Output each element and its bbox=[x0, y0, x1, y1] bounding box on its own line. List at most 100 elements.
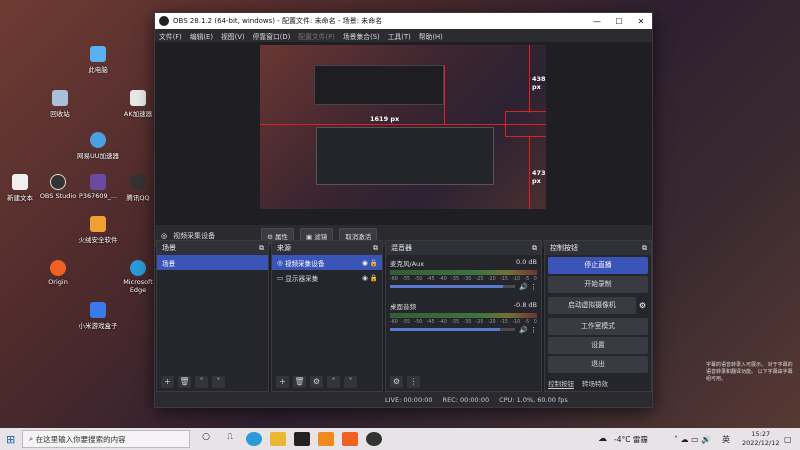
tab-transitions[interactable]: 转场特效 bbox=[582, 378, 608, 389]
camera-icon: ◎ bbox=[277, 258, 285, 267]
menu-scene-collection[interactable]: 场景集合(S) bbox=[343, 31, 380, 41]
file-explorer-icon[interactable] bbox=[270, 432, 286, 446]
guide-line-vertical-1 bbox=[444, 65, 445, 125]
add-icon[interactable]: + bbox=[161, 376, 174, 388]
scenes-title: 场景 bbox=[162, 244, 176, 252]
stop-streaming-button[interactable]: 停止直播 bbox=[548, 257, 648, 274]
gear-icon[interactable]: ⚙ bbox=[639, 301, 646, 310]
studio-mode-button[interactable]: 工作室模式 bbox=[548, 318, 648, 335]
dock-undock-icon[interactable]: ⧉ bbox=[373, 244, 378, 253]
scene-item[interactable]: 场景 bbox=[157, 255, 268, 270]
desktop-icon-origin[interactable]: Origin bbox=[36, 260, 80, 286]
capcut-icon[interactable] bbox=[294, 432, 310, 446]
minimize-button[interactable]: — bbox=[586, 17, 608, 26]
taskbar: ⊞ ⌕ 在这里输入你要搜索的内容 ○ ⎍ ☁ -4°C 雷霾 ˄ ☁ ▭ 🔊 英… bbox=[0, 428, 800, 450]
mixer-track-desktop: 桌面音频 -0.8 dB -60 -55 -50 -45 -40 -35 -30 -25 -20-… bbox=[386, 301, 541, 334]
speaker-icon[interactable]: 🔊 ⋮ bbox=[519, 283, 537, 291]
chevron-down-icon[interactable]: ˅ bbox=[212, 376, 225, 388]
desktop-icon-p367609[interactable]: P367609_... bbox=[76, 174, 120, 200]
app-icon-1[interactable] bbox=[318, 432, 334, 446]
dock-undock-icon[interactable]: ⧉ bbox=[642, 244, 647, 253]
huorong-icon bbox=[90, 216, 106, 232]
weather-text[interactable]: -4°C 雷霾 bbox=[614, 434, 648, 445]
desktop-icon-recycle-bin[interactable]: 回收站 bbox=[38, 90, 82, 118]
desktop-icon-xiaomi[interactable]: 小米游戏盒子 bbox=[76, 302, 120, 330]
scenes-dock: 场景 ⧉ 场景 + 🗑 ˄ ˅ bbox=[156, 240, 269, 392]
tab-controls[interactable]: 控制按钮 bbox=[548, 378, 574, 389]
notification-icon[interactable]: ▢ bbox=[784, 435, 792, 444]
widgets-icon[interactable]: ⎍ bbox=[222, 432, 238, 446]
chevron-down-icon[interactable]: ˅ bbox=[344, 376, 357, 388]
desktop-icon-this-pc[interactable]: 此电脑 bbox=[76, 46, 120, 74]
trash-icon[interactable]: 🗑 bbox=[293, 376, 306, 388]
this-pc-icon bbox=[90, 46, 106, 62]
preview-area[interactable]: 438 px 1619 px 473 px bbox=[155, 42, 652, 225]
live-status: LIVE: 00:00:00 bbox=[385, 395, 433, 404]
clock[interactable]: 15:27 2022/12/12 bbox=[742, 430, 779, 448]
cpu-status: CPU: 1.0%, 60.00 fps bbox=[499, 395, 568, 404]
title-bar: OBS 28.1.2 (64-bit, windows) - 配置文件: 未命名… bbox=[155, 13, 652, 29]
source-item-display-capture[interactable]: ▭ 显示器采集 ◉ 🔒 bbox=[272, 270, 382, 285]
guide-label-473: 473 px bbox=[532, 169, 546, 185]
start-virtual-camera-button[interactable]: 启动虚拟摄像机 bbox=[548, 297, 636, 314]
dock-undock-icon[interactable]: ⧉ bbox=[259, 244, 264, 253]
edge-taskbar-icon[interactable] bbox=[246, 432, 262, 446]
recycle-bin-icon bbox=[52, 90, 68, 106]
desktop-icon-obs[interactable]: OBS Studio bbox=[36, 174, 80, 200]
text-file-icon bbox=[12, 174, 28, 190]
dock-undock-icon[interactable]: ⧉ bbox=[532, 244, 537, 253]
app-icon-2[interactable] bbox=[342, 432, 358, 446]
obs-taskbar-icon[interactable] bbox=[366, 432, 382, 446]
selection-box[interactable] bbox=[505, 111, 546, 137]
visibility-eye-icon[interactable]: ◉ 🔒 bbox=[362, 259, 378, 267]
menu-edit[interactable]: 编辑(E) bbox=[190, 31, 213, 41]
trash-icon[interactable]: 🗑 bbox=[178, 376, 191, 388]
edge-icon bbox=[130, 260, 146, 276]
exit-button[interactable]: 退出 bbox=[548, 356, 648, 373]
subtitle-notification: 字幕的语音转录入可展示。 对于字幕的语音转录和翻译功能。 以下字幕由字幕组可用。 bbox=[706, 362, 793, 382]
menu-tools[interactable]: 工具(T) bbox=[388, 31, 411, 41]
desktop-icon-huorong[interactable]: 火绒安全软件 bbox=[76, 216, 120, 244]
video-file-icon bbox=[90, 174, 106, 190]
gear-icon[interactable]: ⚙ bbox=[390, 376, 403, 388]
maximize-button[interactable]: ☐ bbox=[608, 17, 630, 26]
sources-title: 来源 bbox=[277, 244, 291, 252]
source-item-video-capture[interactable]: ◎ 视频采集设备 ◉ 🔒 bbox=[272, 255, 382, 270]
clock-date: 2022/12/12 bbox=[742, 439, 780, 447]
status-bar: LIVE: 00:00:00 REC: 00:00:00 CPU: 1.0%, … bbox=[155, 392, 652, 407]
camera-icon: ◎ bbox=[161, 232, 168, 240]
settings-button[interactable]: 设置 bbox=[548, 337, 648, 354]
obs-window: OBS 28.1.2 (64-bit, windows) - 配置文件: 未命名… bbox=[154, 12, 653, 408]
guide-label-1619: 1619 px bbox=[370, 115, 400, 123]
qq-icon bbox=[130, 174, 146, 190]
volume-slider[interactable] bbox=[390, 285, 516, 288]
menu-help[interactable]: 帮助(H) bbox=[419, 31, 443, 41]
speaker-icon[interactable]: 🔊 ⋮ bbox=[519, 326, 537, 334]
track-name: 麦克风/Aux bbox=[390, 260, 425, 268]
menu-view[interactable]: 视图(V) bbox=[221, 31, 245, 41]
more-icon[interactable]: ⋮ bbox=[407, 376, 420, 388]
preview-canvas[interactable]: 438 px 1619 px 473 px bbox=[260, 45, 546, 209]
chevron-up-icon[interactable]: ˄ bbox=[327, 376, 340, 388]
desktop-icon-uu[interactable]: 网易UU加速器 bbox=[76, 132, 120, 160]
task-view-icon[interactable]: ○ bbox=[198, 432, 214, 446]
add-icon[interactable]: + bbox=[276, 376, 289, 388]
windows-start-icon[interactable]: ⊞ bbox=[6, 433, 15, 446]
language-indicator[interactable]: 英 bbox=[722, 434, 730, 445]
gear-icon[interactable]: ⚙ bbox=[310, 376, 323, 388]
menu-docks[interactable]: 停靠窗口(D) bbox=[253, 31, 291, 41]
menu-file[interactable]: 文件(F) bbox=[159, 31, 182, 41]
menu-profile[interactable]: 配置文件(P) bbox=[298, 31, 335, 41]
volume-slider[interactable] bbox=[390, 328, 516, 331]
tray-icons[interactable]: ˄ ☁ ▭ 🔊 bbox=[674, 435, 711, 444]
guide-line-vertical-2 bbox=[529, 45, 530, 113]
chevron-up-icon[interactable]: ˄ bbox=[195, 376, 208, 388]
visibility-eye-icon[interactable]: ◉ 🔒 bbox=[362, 274, 378, 282]
taskbar-search[interactable]: ⌕ 在这里输入你要搜索的内容 bbox=[22, 430, 190, 448]
obs-icon bbox=[50, 174, 66, 190]
audio-meter bbox=[390, 313, 537, 318]
close-button[interactable]: ✕ bbox=[630, 17, 652, 26]
ak-accelerator-icon bbox=[130, 90, 146, 106]
mixer-title: 混音器 bbox=[391, 244, 412, 252]
start-recording-button[interactable]: 开始录制 bbox=[548, 276, 648, 293]
